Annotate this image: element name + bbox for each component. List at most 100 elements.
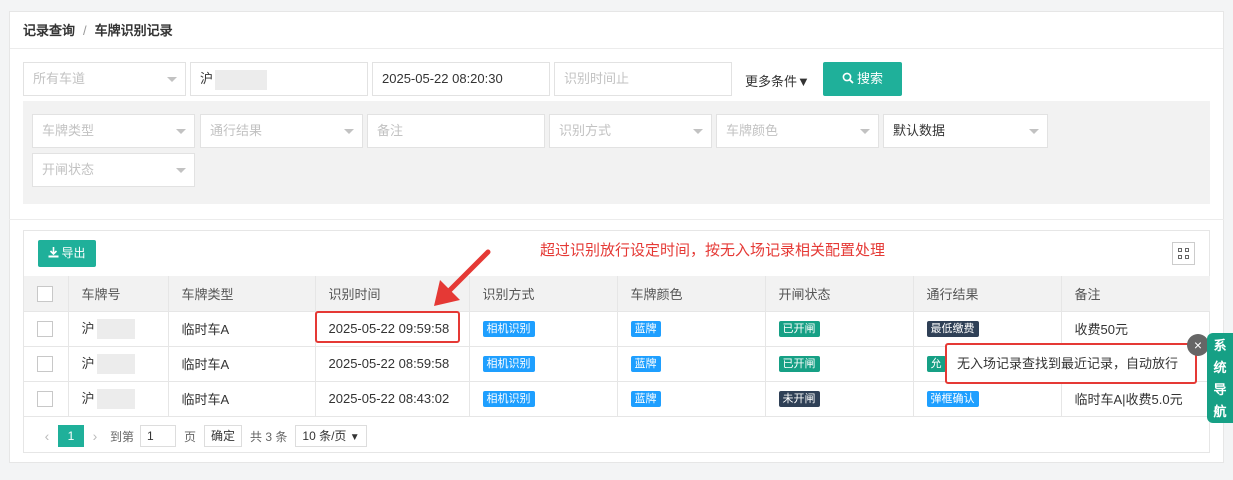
remark-cell: 临时车A|收费5.0元 [1061,381,1210,417]
prev-page-icon[interactable]: ‹ [36,428,58,444]
col-header[interactable]: 车牌类型 [168,276,316,312]
row-checkbox[interactable] [37,390,53,407]
type-cell: 临时车A [168,346,316,382]
result-tag: 允 [926,356,946,372]
chevron-down-icon [860,129,870,134]
gate-cell: 未开闸 [765,381,914,417]
row-select-cell [24,311,69,347]
remark-placeholder: 备注 [377,123,404,138]
chevron-down-icon [167,77,177,82]
chevron-down-icon: ▼ [349,432,360,443]
gate-tag: 已开闸 [778,356,820,372]
total-count: 共 3 条 [250,429,288,444]
method-cell: 相机识别 [469,311,618,347]
data-source-select[interactable]: 默认数据 [883,114,1048,148]
plate-color-select[interactable]: 车牌颜色 [716,114,879,148]
result-tooltip: 无入场记录查找到最近记录，自动放行 [945,343,1197,384]
plate-type-select[interactable]: 车牌类型 [32,114,195,148]
type-cell: 临时车A [168,311,316,347]
lane-select-placeholder: 所有车道 [33,71,86,86]
recognize-method-select[interactable]: 识别方式 [549,114,712,148]
table-row[interactable]: 沪 临时车A 2025-05-22 09:59:58 相机识别 蓝牌 已开闸 最… [24,311,1210,347]
col-header[interactable]: 通行结果 [913,276,1062,312]
result-tag: 弹框确认 [926,391,979,407]
col-header[interactable]: 开闸状态 [765,276,914,312]
color-cell: 蓝牌 [617,311,766,347]
method-cell: 相机识别 [469,381,618,417]
system-nav-label: 系统导航 [1213,338,1227,419]
gate-tag: 已开闸 [778,321,820,337]
row-select-cell [24,346,69,382]
time-cell: 2025-05-22 08:59:58 [315,346,470,382]
next-page-icon[interactable]: › [84,428,106,444]
breadcrumb: 记录查询 / 车牌识别记录 [10,12,1223,49]
page-size-value: 10 条/页 [302,429,347,443]
search-button-label: 搜索 [856,71,883,86]
result-cell: 最低缴费 [913,311,1062,347]
advanced-filter-panel: 车牌类型 通行结果 备注 识别方式 车牌颜色 默认数据 开闸状态 [23,101,1210,204]
export-button[interactable]: 导出 [38,240,96,267]
lane-select[interactable]: 所有车道 [23,62,186,96]
column-settings-icon[interactable] [1172,242,1195,265]
breadcrumb-root[interactable]: 记录查询 [23,23,75,38]
time-start-value: 2025-05-22 08:20:30 [382,71,503,86]
goto-label: 到第 [110,429,135,444]
pagination: ‹ 1 › 到第 1 页 确定 共 3 条 10 条/页 ▼ [36,425,367,447]
select-all-checkbox[interactable] [37,285,53,302]
plate-cell: 沪 [68,381,169,417]
col-header[interactable]: 备注 [1061,276,1210,312]
system-nav-tab[interactable]: 系统导航 [1207,333,1233,423]
method-tag: 相机识别 [482,391,535,407]
pass-result-select[interactable]: 通行结果 [200,114,363,148]
plate-input-value: 沪 [200,71,214,86]
redacted-plate [215,69,268,90]
recognize-method-placeholder: 识别方式 [559,123,612,138]
data-source-value: 默认数据 [893,123,946,138]
annotation-arrow-icon [434,249,491,306]
chevron-down-icon [176,168,186,173]
row-checkbox[interactable] [37,355,53,372]
plate-text: 沪 [81,390,95,406]
breadcrumb-separator: / [83,23,87,38]
row-checkbox[interactable] [37,320,53,337]
highlight-box [315,311,460,343]
result-cell: 弹框确认 [913,381,1062,417]
close-icon[interactable]: × [1187,334,1209,356]
more-conditions-toggle[interactable]: 更多条件▼ [745,71,810,90]
col-header[interactable]: 车牌号 [68,276,169,312]
export-button-label: 导出 [61,246,86,260]
table-header-row: 车牌号 车牌类型 识别时间 识别方式 车牌颜色 开闸状态 通行结果 备注 [24,276,1210,312]
page-unit-label: 页 [184,429,197,444]
row-select-cell [24,381,69,417]
divider [9,219,1224,220]
col-header[interactable]: 车牌颜色 [617,276,766,312]
color-cell: 蓝牌 [617,381,766,417]
redacted-plate [96,389,135,410]
color-cell: 蓝牌 [617,346,766,382]
goto-confirm-button[interactable]: 确定 [204,425,243,447]
search-button[interactable]: 搜索 [823,62,902,96]
type-cell: 临时车A [168,381,316,417]
chevron-down-icon [1029,129,1039,134]
color-tag: 蓝牌 [630,356,661,372]
page-size-select[interactable]: 10 条/页 ▼ [295,425,367,447]
page-number-current[interactable]: 1 [58,425,84,447]
time-start-input[interactable]: 2025-05-22 08:20:30 [372,62,550,96]
plate-text: 沪 [81,320,95,336]
time-end-placeholder: 识别时间止 [564,71,630,86]
gate-status-select[interactable]: 开闸状态 [32,153,195,187]
time-end-input[interactable]: 识别时间止 [554,62,732,96]
gate-cell: 已开闸 [765,346,914,382]
plate-cell: 沪 [68,311,169,347]
remark-input[interactable]: 备注 [367,114,545,148]
plate-input[interactable]: 沪 [190,62,368,96]
method-tag: 相机识别 [482,356,535,372]
records-table-card: 导出 车牌号 车牌类型 识别时间 识别方式 车牌颜色 开闸状态 通行结果 备注 … [23,230,1210,453]
chevron-down-icon [693,129,703,134]
redacted-plate [96,354,135,375]
redacted-plate [96,319,135,340]
table-row[interactable]: 沪 临时车A 2025-05-22 08:43:02 相机识别 蓝牌 未开闸 弹… [24,381,1210,417]
goto-page-input[interactable]: 1 [140,425,177,447]
result-tag: 最低缴费 [926,321,979,337]
chevron-down-icon [176,129,186,134]
